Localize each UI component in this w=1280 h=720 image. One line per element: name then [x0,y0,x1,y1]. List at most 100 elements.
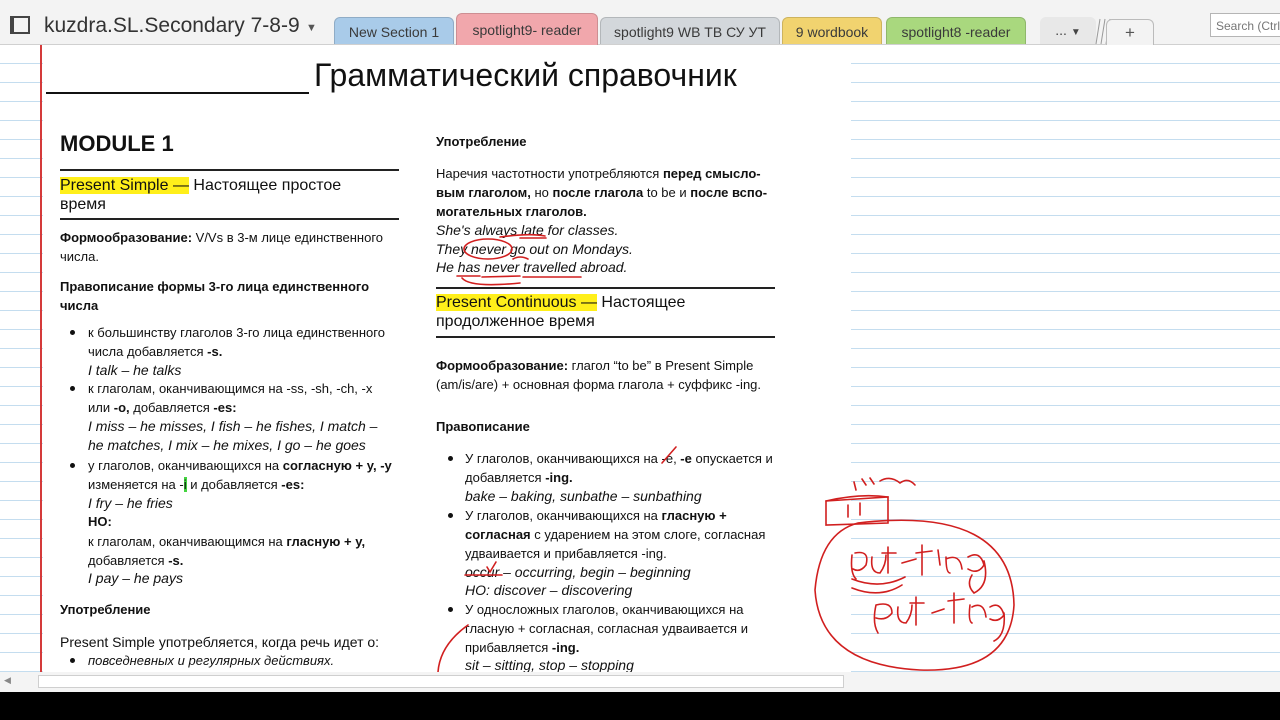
bullet [448,513,453,518]
rule-text: У глаголов, оканчивающихся на [465,508,662,523]
rule-emphasis: вым глаголом, [436,185,531,200]
present-simple-heading: Present Simple — Настоящее простое [60,177,341,195]
ink-handwriting-putting-2 [873,592,1006,642]
rule-text: У односложных глаголов, оканчивающихся н… [465,602,744,617]
rule-text: прибавляется [465,640,552,655]
tab-spotlight8-reader[interactable]: spotlight8 -reader [886,17,1026,44]
ink-note [853,477,916,491]
scrollbar-thumb[interactable] [38,675,844,688]
example: НО: discover – discovering [465,582,633,598]
usage-heading: Употребление [60,602,151,617]
adverb-rule: могательных глаголов. [436,204,587,219]
module-heading: MODULE 1 [60,131,174,156]
rule-text: и добавляется [186,477,282,492]
ink-underline [851,576,906,585]
rule-emphasis: после глагола [552,185,644,200]
rule-text: У глаголов, оканчивающихся на -е, -е опу… [465,451,773,466]
example: I miss – he misses, I fish – he fishes, … [88,418,378,434]
rule-text: to be и [643,185,691,200]
rule-text: удваивается и прибавляется -ing. [465,546,667,561]
ink-handwriting-putting-1 [850,544,987,594]
bullet [70,463,75,468]
bullet [70,330,75,335]
highlighted-text: Present Simple — [60,177,189,194]
notebook-icon[interactable] [10,16,30,34]
adverb-rule: вым глаголом, но после глагола to be и п… [436,185,767,200]
formation-line: Формообразование: V/Vs в 3-м лице единст… [60,230,383,245]
notebook-page[interactable]: Грамматический справочник MODULE 1 Prese… [0,45,1280,672]
formation-text-2: (am/is/are) + основная форма глагола + с… [436,377,762,392]
chevron-down-icon[interactable]: ▼ [306,22,317,34]
suffix: -es: [213,400,237,415]
rule-emphasis: перед смысло- [662,166,761,181]
rule-text: добавляется [88,553,169,568]
heading-text: Настоящее [596,294,686,311]
spelling-heading: Правописание формы 3-го лица единственно… [60,279,370,294]
example: bake – baking, sunbathe – sunbathing [465,488,702,504]
rule [60,218,399,220]
bullet [448,456,453,461]
rule-text: Наречия частотности употребляются [436,166,663,181]
rule-text: к глаголам, оканчивающимся на гласную + … [88,534,365,549]
page-margin-line [40,45,42,672]
formation-text: V/Vs в 3-м лице единственного [192,230,384,245]
rule-text: добавляется -s. [88,553,183,568]
heading-text-line2: продолженное время [436,313,595,330]
search-input[interactable]: Search (Ctrl [1210,13,1280,37]
example: he matches, I mix – he mixes, I go – he … [88,437,366,453]
suffix: -o, [113,400,130,415]
rule-text: добавляется [129,400,214,415]
horizontal-scrollbar[interactable]: ◀ [0,672,1280,692]
ink-underline [851,584,903,594]
notebook-title[interactable]: kuzdra.SL.Secondary 7-8-9 [44,14,300,38]
pasted-page-image: Грамматический справочник MODULE 1 Prese… [43,45,851,672]
tab-spotlight9-wb[interactable]: spotlight9 WB ТВ СУ УТ [600,17,780,44]
rule-text: но [530,185,553,200]
suffix: -es: [281,477,305,492]
usage-heading-right: Употребление [436,134,527,149]
formation-label: Формообразование: [436,358,569,373]
tab-new-section-1[interactable]: New Section 1 [334,17,454,44]
spelling-heading-2: числа [60,298,99,313]
tab-9-wordbook[interactable]: 9 wordbook [782,17,882,44]
bullet [70,658,75,663]
rule-text: опускается и [691,451,773,466]
heading-text-line2: время [60,196,106,213]
example: She's always late for classes. [436,222,619,238]
rule-text: к глаголам, оканчивающимся на [88,534,287,549]
spelling-heading-right: Правописание [436,419,530,434]
more-tabs-button[interactable]: ... ▼ [1040,17,1096,44]
example: He has never travelled abroad. [436,259,628,275]
rule-text: к глаголам, оканчивающимся на -ss, -sh, … [88,381,373,396]
usage-text: Present Simple употребляется, когда речь… [60,634,380,650]
suffix: -s. [207,344,223,359]
heading-text: Настоящее простое [188,177,342,194]
rule-text: к большинству глаголов 3-го лица единств… [88,325,385,340]
scroll-left-icon[interactable]: ◀ [4,675,11,686]
formation-line: Формообразование: глагол “to be” в Prese… [436,358,753,373]
present-continuous-heading: Present Continuous — Настоящее [436,294,685,312]
rule-text: или -o, добавляется -es: [88,400,237,415]
rule-text: согласная с ударением на этом слоге, сог… [465,527,765,542]
rule [436,287,775,289]
rule-text: гласную + согласная, согласная удваивает… [465,621,748,636]
formation-label: Формообразование: [60,230,193,245]
rule-text: с ударением на этом слоге, согласная [530,527,766,542]
bullet [70,386,75,391]
rule-text: числа добавляется -s. [88,344,222,359]
rule-emphasis: гласную + [661,508,727,523]
example: occur – occurring, begin – beginning [465,564,691,580]
add-section-button[interactable]: + [1106,19,1154,45]
usage-item: повседневных и регулярных действиях. [88,653,335,668]
tab-spotlight9-reader[interactable]: spotlight9- reader [456,13,598,45]
rule-emphasis: гласную + у, [286,534,366,549]
more-tabs-label: ... [1055,22,1067,38]
rule [60,169,399,171]
rule-emphasis: согласная [465,527,531,542]
rule-text: добавляется [465,470,546,485]
rule-text: у глаголов, оканчивающихся на [88,458,283,473]
rule-text: изменяется на - [88,477,184,492]
title-rule [46,92,309,94]
rule-text: или [88,400,114,415]
bottom-black-bar [0,692,1280,720]
